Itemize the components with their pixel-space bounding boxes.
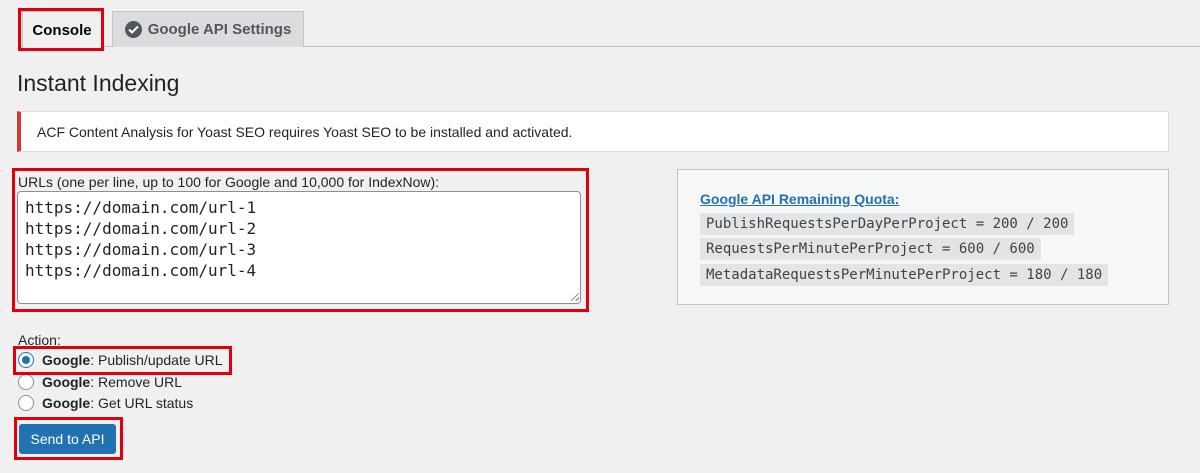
action-option-status[interactable]: Google : Get URL status	[18, 393, 193, 413]
page-title: Instant Indexing	[17, 70, 180, 96]
action-provider-label: Google	[42, 374, 91, 390]
quota-row-metadata: MetadataRequestsPerMinutePerProject = 18…	[700, 264, 1109, 286]
action-option-text: : Get URL status	[90, 395, 194, 411]
action-label: Action:	[18, 332, 61, 348]
urls-label: URLs (one per line, up to 100 for Google…	[18, 174, 440, 190]
action-option-remove[interactable]: Google : Remove URL	[18, 372, 182, 392]
radio-remove[interactable]	[18, 374, 34, 390]
tab-console-label: Console	[32, 21, 92, 39]
action-option-text: : Remove URL	[90, 374, 183, 390]
send-to-api-button[interactable]: Send to API	[19, 424, 116, 454]
error-notice-text: ACF Content Analysis for Yoast SEO requi…	[37, 124, 573, 140]
action-option-text: : Publish/update URL	[90, 352, 223, 368]
tab-console[interactable]: Console	[22, 11, 102, 48]
quota-row-requests-per-minute: RequestsPerMinutePerProject = 600 / 600	[700, 238, 1041, 260]
tab-google-api-settings[interactable]: Google API Settings	[112, 11, 304, 47]
action-provider-label: Google	[42, 395, 91, 411]
action-provider-label: Google	[42, 352, 91, 368]
quota-title-link[interactable]: Google API Remaining Quota:	[700, 191, 899, 207]
textarea-resize-handle[interactable]	[571, 293, 579, 301]
check-circle-icon	[124, 21, 142, 38]
error-notice: ACF Content Analysis for Yoast SEO requi…	[17, 111, 1169, 152]
quota-panel: Google API Remaining Quota: PublishReque…	[677, 169, 1169, 305]
tab-google-api-settings-label: Google API Settings	[147, 21, 292, 38]
action-option-publish[interactable]: Google : Publish/update URL	[18, 350, 223, 370]
quota-row-publish: PublishRequestsPerDayPerProject = 200 / …	[700, 213, 1075, 235]
tab-bar: Console Google API Settings	[0, 0, 1200, 48]
radio-publish[interactable]	[18, 352, 34, 368]
radio-status[interactable]	[18, 395, 34, 411]
urls-textarea[interactable]: https://domain.com/url-1 https://domain.…	[17, 191, 581, 304]
